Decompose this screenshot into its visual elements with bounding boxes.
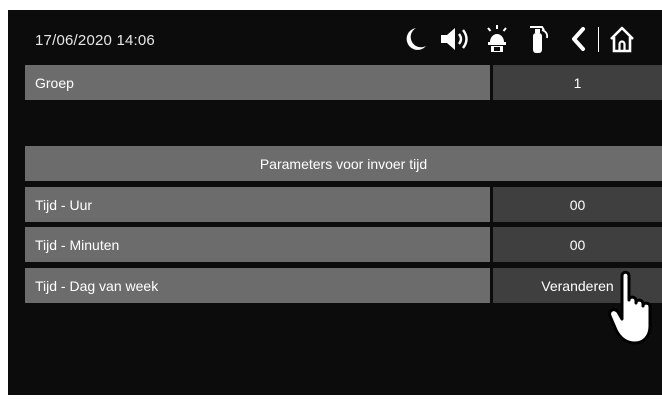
icon-divider [598,27,599,52]
hour-label: Tijd - Uur [25,187,490,222]
hour-value-text: 00 [569,196,586,213]
back-icon[interactable] [568,24,588,54]
weekday-label: Tijd - Dag van week [25,268,490,303]
status-bar: 17/06/2020 14:06 [8,10,662,66]
speaker-icon[interactable] [437,24,473,54]
fire-extinguisher-icon[interactable] [526,24,552,54]
minutes-value-text: 00 [569,236,586,253]
group-value-field[interactable]: 1 [493,65,662,100]
weekday-label-text: Tijd - Dag van week [35,277,159,294]
section-header: Parameters voor invoer tijd [25,146,662,181]
hand-pointer-icon [608,270,652,345]
minutes-label-text: Tijd - Minuten [35,236,120,253]
group-label: Groep [25,65,490,100]
hour-label-text: Tijd - Uur [35,196,93,213]
device-screen: 17/06/2020 14:06 Groep 1 Parameters voor… [8,10,662,395]
datetime: 17/06/2020 14:06 [35,32,155,49]
alarm-bell-icon[interactable] [483,24,511,54]
group-value-text: 1 [573,74,582,91]
hour-value-field[interactable]: 00 [493,187,662,222]
weekday-change-text: Veranderen [541,277,614,294]
group-label-text: Groep [35,74,74,91]
moon-icon[interactable] [400,24,428,54]
home-icon[interactable] [607,24,637,54]
minutes-value-field[interactable]: 00 [493,227,662,262]
minutes-label: Tijd - Minuten [25,227,490,262]
section-header-text: Parameters voor invoer tijd [259,155,428,172]
